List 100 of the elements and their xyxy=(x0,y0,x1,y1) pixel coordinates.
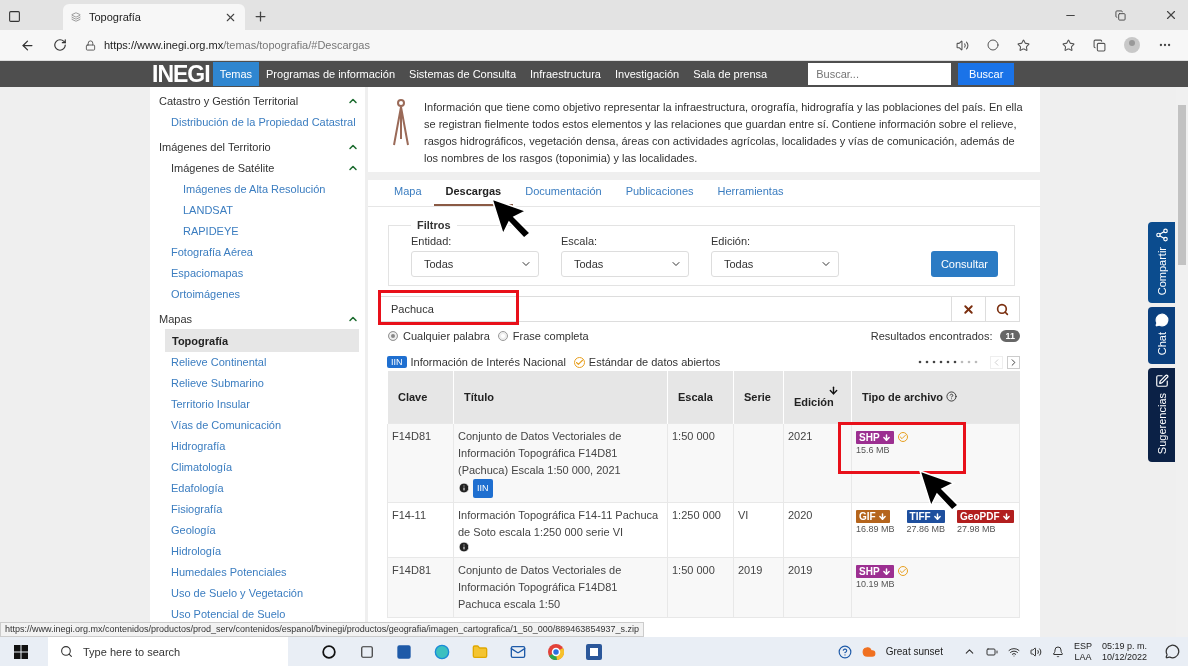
column-header[interactable]: Título xyxy=(464,390,494,403)
side-tab[interactable]: Chat xyxy=(1148,307,1175,364)
new-tab-icon[interactable] xyxy=(253,9,268,24)
nav-link[interactable]: Investigación xyxy=(607,62,687,86)
favorite-icon[interactable] xyxy=(1017,38,1030,52)
sidebar-link[interactable]: RAPIDEYE xyxy=(183,224,359,237)
cortana-icon[interactable] xyxy=(322,644,336,659)
sidebar-link[interactable]: Distribución de la Propiedad Catastral xyxy=(171,115,359,128)
download-badge[interactable]: TIFF xyxy=(906,509,945,523)
sidebar-link[interactable]: Imágenes de Alta Resolución xyxy=(183,182,359,195)
sidebar-link[interactable]: Uso de Suelo y Vegetación xyxy=(171,586,359,599)
filter-dropdown[interactable]: Todas xyxy=(561,251,689,277)
download-badge[interactable]: SHP xyxy=(856,564,894,578)
sidebar-link[interactable]: LANDSAT xyxy=(183,203,359,216)
sidebar-link[interactable]: Hidrografía xyxy=(171,439,359,452)
sidebar-link[interactable]: Hidrología xyxy=(171,544,359,557)
sidebar-group-label[interactable]: Catastro y Gestión Territorial xyxy=(159,94,347,107)
taskbar-search-field[interactable]: Type here to search xyxy=(48,637,288,666)
wifi-icon[interactable] xyxy=(1007,645,1020,658)
nav-link[interactable]: Programas de información xyxy=(259,62,403,86)
sidebar-link[interactable]: Relieve Continental xyxy=(171,355,359,368)
sidebar-group-label[interactable]: Mapas xyxy=(159,312,347,325)
volume-icon[interactable] xyxy=(1029,645,1042,658)
chrome-icon[interactable] xyxy=(548,643,564,660)
side-tab[interactable]: Compartir xyxy=(1148,222,1175,304)
radio-button[interactable] xyxy=(497,331,508,341)
sidebar-link[interactable]: Territorio Insular xyxy=(171,397,359,410)
weather-icon[interactable] xyxy=(861,644,876,659)
filter-dropdown[interactable]: Todas xyxy=(711,251,839,277)
search-button[interactable]: Buscar xyxy=(958,63,1015,85)
radio-button[interactable] xyxy=(388,331,398,341)
file-size: 27.98 MB xyxy=(957,522,997,535)
radio-label[interactable]: Frase completa xyxy=(512,330,589,342)
download-badge[interactable]: GIF xyxy=(856,509,890,523)
weather-text[interactable]: Great sunset xyxy=(885,646,943,657)
address-field[interactable]: https://www.inegi.org.mx/temas/topografia/#Descargas xyxy=(104,39,370,51)
back-icon[interactable] xyxy=(20,37,35,53)
column-header[interactable]: Escala xyxy=(678,390,713,403)
tab-title: Topografía xyxy=(89,11,142,23)
nav-link[interactable]: Sistemas de Consulta xyxy=(402,62,524,86)
table-cell: 1:250 000 xyxy=(672,508,721,521)
sidebar-link[interactable]: Relieve Submarino xyxy=(171,376,359,389)
notifications-icon[interactable] xyxy=(1165,644,1180,659)
tab[interactable]: Publicaciones xyxy=(613,185,706,206)
consultar-button[interactable]: Consultar xyxy=(930,251,998,277)
task-view-icon[interactable] xyxy=(360,644,374,659)
sidebar-link[interactable]: Climatología xyxy=(171,460,359,473)
filter-label: Entidad: xyxy=(411,235,453,247)
site-logo[interactable]: INEGI xyxy=(152,60,210,88)
filter-dropdown[interactable]: Todas xyxy=(411,251,539,277)
help-icon[interactable] xyxy=(837,644,852,659)
sidebar-link[interactable]: Geología xyxy=(171,523,359,536)
sidebar-link[interactable]: Fotografía Aérea xyxy=(171,245,359,258)
column-header[interactable]: Edición xyxy=(794,395,834,408)
sidebar-group-label[interactable]: Imágenes del Territorio xyxy=(159,140,347,153)
tab-actions-icon[interactable] xyxy=(8,10,21,23)
sidebar-link[interactable]: Ortoimágenes xyxy=(171,287,359,300)
nav-link[interactable]: Infraestructura xyxy=(523,62,608,86)
help-icon[interactable] xyxy=(946,390,958,402)
tab[interactable]: Documentación xyxy=(513,185,614,206)
sidebar-link[interactable]: Uso Potencial de Suelo xyxy=(171,607,359,620)
download-badge[interactable]: SHP xyxy=(856,430,894,444)
sidebar-link[interactable]: Topografía xyxy=(165,329,359,352)
nav-link[interactable]: Sala de prensa xyxy=(686,62,775,86)
restore-icon[interactable] xyxy=(1115,10,1126,21)
radio-label[interactable]: Cualquier palabra xyxy=(403,330,490,342)
download-icon xyxy=(932,511,942,521)
info-icon[interactable] xyxy=(458,482,470,494)
nav-link[interactable]: Temas xyxy=(212,62,260,86)
sidebar-group-label[interactable]: Imágenes de Satélite xyxy=(171,161,347,174)
sidebar-link[interactable]: Espaciomapas xyxy=(171,266,359,279)
column-header[interactable]: Tipo de archivo xyxy=(862,390,944,403)
column-header[interactable]: Clave xyxy=(398,390,428,403)
download-badge[interactable]: GeoPDF xyxy=(957,509,1014,523)
tab[interactable]: Herramientas xyxy=(705,185,796,206)
next-page-icon[interactable] xyxy=(1007,355,1020,369)
side-tab[interactable]: Sugerencias xyxy=(1148,367,1175,462)
sidebar-link[interactable]: Humedales Potenciales xyxy=(171,565,359,578)
close-icon[interactable] xyxy=(1164,8,1178,22)
sidebar-link[interactable]: Fisiografía xyxy=(171,502,359,515)
tab[interactable]: Mapa xyxy=(382,185,434,206)
refresh-icon[interactable] xyxy=(53,38,67,52)
sidebar-link[interactable]: Edafología xyxy=(171,481,359,494)
sidebar-link[interactable]: Vías de Comunicación xyxy=(171,418,359,431)
clock[interactable]: 05:19 p. m. 10/12/2022 xyxy=(1101,640,1147,663)
info-icon[interactable] xyxy=(458,540,470,553)
column-header[interactable]: Serie xyxy=(744,390,771,403)
browser-tab[interactable]: Topografía xyxy=(63,4,245,30)
site-search-field[interactable]: Buscar... xyxy=(808,63,952,85)
collections-icon[interactable] xyxy=(1093,38,1106,52)
table-cell: 1:50 000 xyxy=(672,563,715,576)
table-cell: 2019 xyxy=(738,563,763,576)
language-indicator[interactable]: ESP LAA xyxy=(1073,640,1092,663)
mail-icon[interactable] xyxy=(510,643,526,660)
read-aloud-icon[interactable] xyxy=(956,38,969,52)
favorites-icon[interactable] xyxy=(1062,38,1075,52)
windows-logo-icon[interactable] xyxy=(14,644,28,659)
profile-avatar-icon[interactable] xyxy=(1124,37,1140,53)
legend-text: Estándar de datos abiertos xyxy=(588,356,721,368)
sort-arrow-icon[interactable] xyxy=(828,385,839,396)
